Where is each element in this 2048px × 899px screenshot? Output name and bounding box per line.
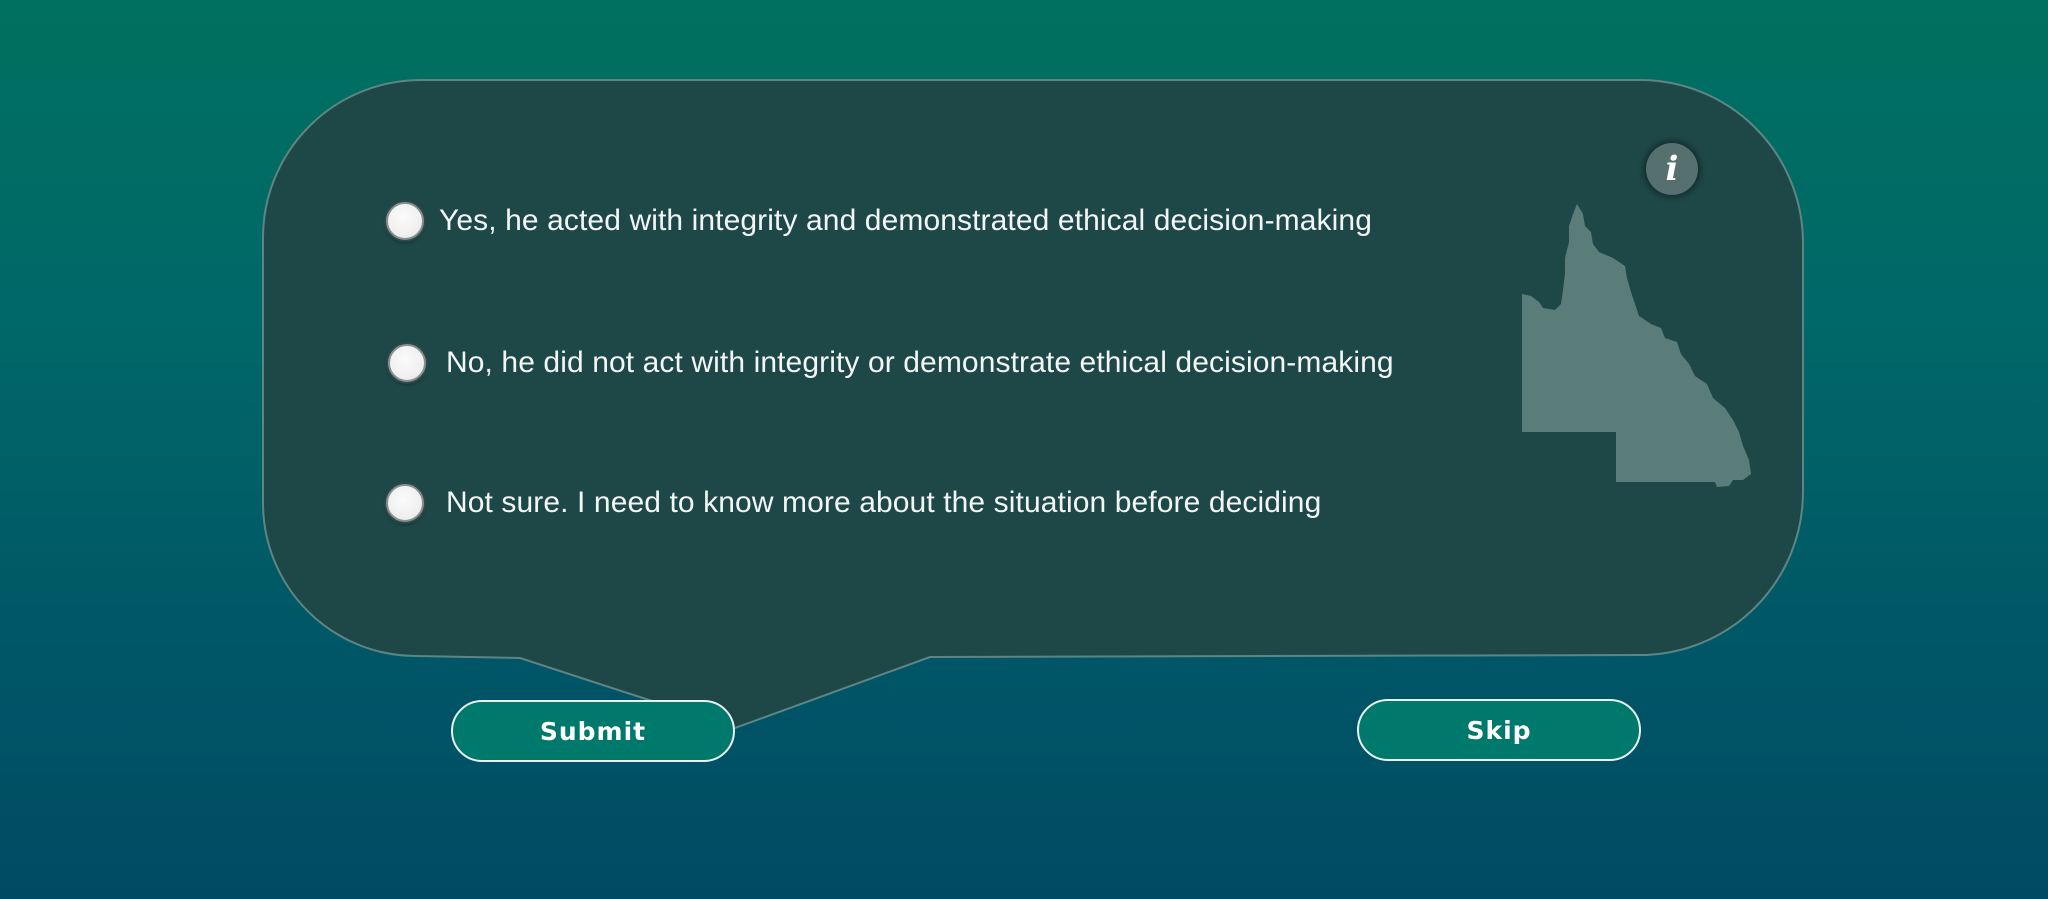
skip-button[interactable]: Skip xyxy=(1357,699,1641,761)
option-not-sure[interactable]: Not sure. I need to know more about the … xyxy=(386,478,1321,528)
radio-not-sure[interactable] xyxy=(386,484,424,522)
submit-button[interactable]: Submit xyxy=(451,700,735,762)
option-yes[interactable]: Yes, he acted with integrity and demonst… xyxy=(386,196,1372,246)
radio-no[interactable] xyxy=(388,344,426,382)
info-button[interactable]: i xyxy=(1646,143,1698,195)
queensland-map-icon xyxy=(1522,204,1751,487)
option-yes-label: Yes, he acted with integrity and demonst… xyxy=(439,204,1372,237)
option-no[interactable]: No, he did not act with integrity or dem… xyxy=(388,338,1394,388)
radio-yes[interactable] xyxy=(386,202,424,240)
option-no-label: No, he did not act with integrity or dem… xyxy=(446,346,1394,379)
info-icon: i xyxy=(1665,149,1679,189)
quiz-screen: Yes, he acted with integrity and demonst… xyxy=(0,0,2048,899)
option-not-sure-label: Not sure. I need to know more about the … xyxy=(446,486,1322,519)
